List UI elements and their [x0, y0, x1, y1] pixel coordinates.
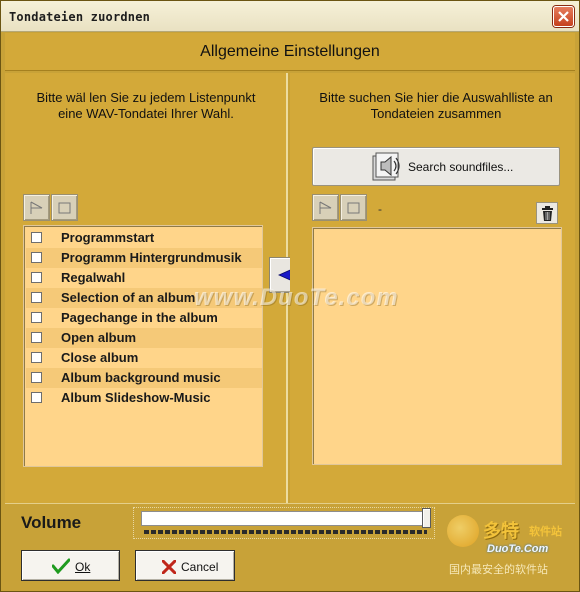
watermark: www.DuoTe.com — [194, 284, 399, 311]
speaker-folder-icon — [372, 152, 400, 181]
cancel-label: Cancel — [181, 560, 219, 574]
stop-button-right[interactable] — [340, 194, 367, 221]
right-instruction: Bitte suchen Sie hier die Auswahlliste a… — [319, 90, 553, 121]
ok-label: Ok — [75, 560, 91, 574]
list-item[interactable]: Programm Hintergrundmusik — [26, 248, 262, 268]
logo-emblem-icon — [447, 515, 479, 547]
header-band: Allgemeine Einstellungen — [5, 33, 575, 71]
cancel-button[interactable]: Cancel — [135, 550, 235, 581]
play-button-left[interactable] — [23, 194, 50, 221]
list-item-label: Pagechange in the album — [61, 310, 218, 325]
list-item-label: Close album — [61, 350, 139, 365]
window-title: Tondateien zuordnen — [9, 10, 151, 24]
list-item-checkbox[interactable] — [31, 292, 42, 303]
list-item-label: Programm Hintergrundmusik — [61, 250, 242, 265]
list-item-checkbox[interactable] — [31, 312, 42, 323]
selected-file-label: - — [378, 202, 382, 216]
ok-button[interactable]: Ok — [21, 550, 120, 581]
list-item-checkbox[interactable] — [31, 392, 42, 403]
list-item-label: Open album — [61, 330, 137, 345]
list-item[interactable]: Album Slideshow-Music — [26, 388, 262, 408]
dialog-window: Tondateien zuordnen Allgemeine Einstellu… — [0, 0, 580, 592]
search-soundfiles-button[interactable]: Search soundfiles... — [312, 147, 560, 186]
volume-label: Volume — [21, 513, 82, 532]
logo-brand-suffix: 软件站 — [529, 526, 562, 538]
logo-brand-cn: 多特 — [483, 521, 519, 541]
volume-slider-track[interactable] — [141, 511, 431, 526]
list-item-label: Selection of an album — [61, 290, 196, 305]
list-item-checkbox[interactable] — [31, 252, 42, 263]
list-item-label: Album Slideshow-Music — [61, 390, 211, 405]
event-list[interactable]: Programmstart Programm Hintergrundmusik … — [23, 225, 263, 467]
soundfile-list[interactable] — [312, 227, 562, 465]
list-item-label: Album background music — [61, 370, 221, 385]
list-item-label: Programmstart — [61, 230, 155, 245]
stop-button-left[interactable] — [51, 194, 78, 221]
search-soundfiles-label: Search soundfiles... — [408, 160, 514, 174]
list-item-checkbox[interactable] — [31, 272, 42, 283]
play-icon — [319, 201, 332, 214]
list-item-checkbox[interactable] — [31, 332, 42, 343]
volume-slider-thumb[interactable] — [422, 508, 431, 528]
list-item-label: Regalwahl — [61, 270, 126, 285]
close-icon — [558, 11, 569, 22]
volume-slider-ticks — [144, 530, 427, 534]
page-title: Allgemeine Einstellungen — [200, 43, 380, 60]
play-icon — [30, 201, 43, 214]
checkmark-icon — [52, 558, 70, 574]
logo-tagline: 国内最安全的软件站 — [449, 564, 548, 576]
cross-icon — [162, 560, 176, 574]
list-item[interactable]: Open album — [26, 328, 262, 348]
close-button[interactable] — [553, 6, 574, 27]
list-item[interactable]: Album background music — [26, 368, 262, 388]
trash-icon — [542, 206, 553, 221]
stop-icon — [347, 202, 360, 214]
stop-icon — [58, 202, 71, 214]
duote-logo: 多特 软件站 DuoTe.Com 国内最安全的软件站 — [447, 515, 577, 579]
left-instruction: Bitte wäl len Sie zu jedem Listenpunkt e… — [36, 90, 256, 121]
list-item-checkbox[interactable] — [31, 232, 42, 243]
list-item[interactable]: Programmstart — [26, 228, 262, 248]
list-item-checkbox[interactable] — [31, 372, 42, 383]
title-bar[interactable]: Tondateien zuordnen — [1, 1, 579, 32]
play-button-right[interactable] — [312, 194, 339, 221]
list-item[interactable]: Close album — [26, 348, 262, 368]
logo-brand-en: DuoTe.Com — [487, 543, 549, 555]
list-item-checkbox[interactable] — [31, 352, 42, 363]
delete-button[interactable] — [536, 202, 558, 224]
